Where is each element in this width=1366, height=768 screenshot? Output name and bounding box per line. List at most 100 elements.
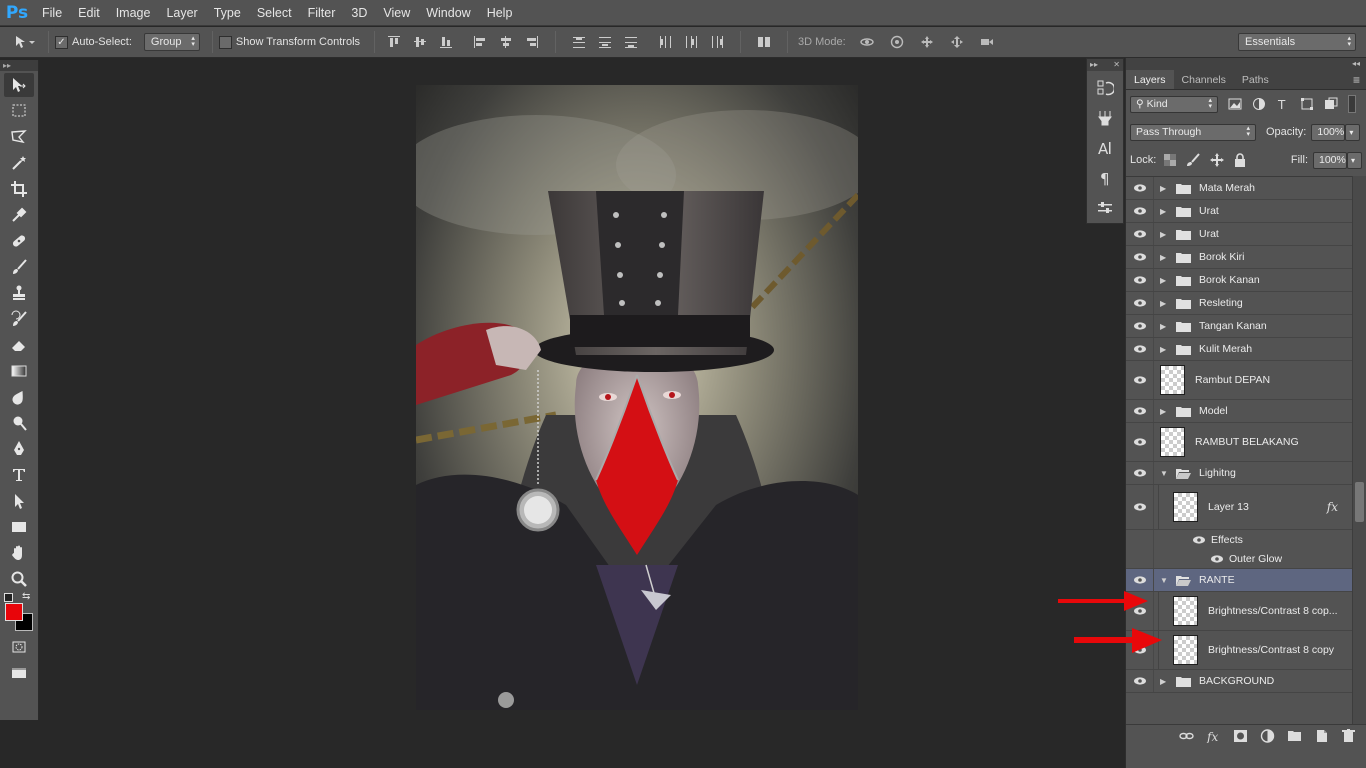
filter-toggle[interactable]: [1348, 95, 1356, 113]
align-bottom-icon[interactable]: [439, 35, 453, 49]
filter-pixel-icon[interactable]: [1228, 97, 1242, 111]
layer-row[interactable]: ▶ Model: [1126, 400, 1352, 423]
zoom-tool[interactable]: [4, 567, 34, 591]
new-adjustment-layer-icon[interactable]: [1260, 728, 1275, 743]
menu-window[interactable]: Window: [418, 0, 478, 26]
expand-dock-icon[interactable]: ▸▸: [1090, 59, 1098, 71]
3d-pan-icon[interactable]: [920, 35, 938, 49]
filter-kind-dropdown[interactable]: ⚲ Kind ▴ ▾: [1130, 95, 1218, 113]
paragraph-panel-button[interactable]: ¶: [1091, 165, 1119, 191]
add-mask-icon[interactable]: [1233, 729, 1248, 743]
add-layer-style-icon[interactable]: fx: [1206, 729, 1221, 744]
tab-paths[interactable]: Paths: [1234, 70, 1277, 89]
align-right-icon[interactable]: [525, 35, 539, 49]
screen-mode-button[interactable]: [4, 661, 34, 685]
layer-row[interactable]: Rambut DEPAN: [1126, 361, 1352, 400]
blend-mode-dropdown[interactable]: Pass Through ▴ ▾: [1130, 123, 1256, 141]
3d-scale-icon[interactable]: [980, 35, 998, 49]
expand-group-icon[interactable]: ▶: [1160, 253, 1170, 262]
distribute-vcenter-icon[interactable]: [598, 35, 612, 49]
align-hcenter-icon[interactable]: [499, 35, 513, 49]
panel-menu-icon[interactable]: ≡: [1353, 70, 1366, 89]
menu-select[interactable]: Select: [249, 0, 300, 26]
link-layers-icon[interactable]: [1179, 729, 1194, 743]
layer-row[interactable]: ▶ Urat: [1126, 223, 1352, 246]
crop-tool[interactable]: [4, 177, 34, 201]
brush-tool[interactable]: [4, 255, 34, 279]
visibility-eye-icon[interactable]: [1126, 361, 1154, 399]
layer-row[interactable]: Layer 13 fx: [1126, 485, 1352, 530]
dock-header[interactable]: ▸▸ ✕: [1087, 59, 1123, 71]
3d-rotate-icon[interactable]: [860, 35, 878, 49]
menu-type[interactable]: Type: [206, 0, 249, 26]
visibility-eye-icon[interactable]: [1126, 315, 1154, 337]
visibility-eye-icon[interactable]: [1126, 200, 1154, 222]
lock-position-icon[interactable]: [1210, 153, 1225, 167]
auto-select-checkbox[interactable]: ✓: [55, 35, 68, 49]
fill-input[interactable]: 100%: [1313, 151, 1347, 169]
layer-row[interactable]: ▶ BACKGROUND: [1126, 670, 1352, 693]
collapse-panels-icon[interactable]: ◂◂: [1352, 59, 1360, 68]
expand-group-icon[interactable]: ▶: [1160, 207, 1170, 216]
distribute-right-icon[interactable]: [710, 35, 724, 49]
layers-scrollbar[interactable]: [1352, 176, 1366, 724]
gradient-tool[interactable]: [4, 359, 34, 383]
align-vcenter-icon[interactable]: [413, 35, 427, 49]
hand-tool[interactable]: [4, 541, 34, 565]
distribute-hcenter-icon[interactable]: [684, 35, 698, 49]
lock-all-icon[interactable]: [1234, 153, 1246, 167]
scrollbar-thumb[interactable]: [1355, 482, 1364, 522]
eyedropper-tool[interactable]: [4, 203, 34, 227]
pen-tool[interactable]: [4, 437, 34, 461]
filter-type-icon[interactable]: T: [1276, 97, 1290, 111]
tab-layers[interactable]: Layers: [1126, 70, 1174, 89]
workspace-dropdown[interactable]: Essentials ▴ ▾: [1238, 33, 1356, 51]
align-top-icon[interactable]: [387, 35, 401, 49]
stamp-tool[interactable]: [4, 281, 34, 305]
visibility-eye-icon[interactable]: [1126, 423, 1154, 461]
marquee-tool[interactable]: [4, 99, 34, 123]
visibility-eye-icon[interactable]: [1126, 223, 1154, 245]
expand-group-icon[interactable]: ▶: [1160, 677, 1170, 686]
new-layer-icon[interactable]: [1314, 729, 1329, 743]
magic-wand-tool[interactable]: [4, 151, 34, 175]
layer-row[interactable]: ▶ Tangan Kanan: [1126, 315, 1352, 338]
layer-row[interactable]: ▶ Borok Kiri: [1126, 246, 1352, 269]
expand-group-icon[interactable]: ▶: [1160, 345, 1170, 354]
menu-3d[interactable]: 3D: [343, 0, 375, 26]
fill-slider-toggle[interactable]: ▾: [1347, 151, 1362, 169]
opacity-slider-toggle[interactable]: ▾: [1345, 123, 1361, 141]
properties-panel-button[interactable]: [1091, 195, 1119, 221]
layer-row-selected[interactable]: ▼ RANTE: [1126, 569, 1352, 592]
path-select-tool[interactable]: [4, 489, 34, 513]
healing-tool[interactable]: [4, 229, 34, 253]
document-artwork[interactable]: [416, 85, 858, 710]
effects-row[interactable]: Effects: [1126, 530, 1352, 549]
panel-header[interactable]: ◂◂: [1126, 58, 1366, 70]
close-dock-icon[interactable]: ✕: [1113, 59, 1120, 71]
rectangle-tool[interactable]: [4, 515, 34, 539]
swap-colors-icon[interactable]: ⇆: [22, 591, 30, 602]
tab-channels[interactable]: Channels: [1174, 70, 1234, 89]
auto-align-icon[interactable]: [757, 35, 771, 49]
character-panel-button[interactable]: A: [1091, 135, 1119, 161]
visibility-eye-icon[interactable]: [1126, 670, 1154, 692]
filter-shape-icon[interactable]: [1300, 97, 1314, 111]
expand-group-icon[interactable]: ▶: [1160, 299, 1170, 308]
layer-row[interactable]: RAMBUT BELAKANG: [1126, 423, 1352, 462]
show-transform-checkbox[interactable]: [218, 35, 232, 49]
toolbox-collapse-grip[interactable]: ▸▸: [0, 60, 38, 71]
layer-row[interactable]: ▶ Kulit Merah: [1126, 338, 1352, 361]
effects-visibility-eye-icon[interactable]: [1192, 535, 1206, 545]
layer-row[interactable]: ▼ Lighitng: [1126, 462, 1352, 485]
visibility-eye-icon[interactable]: [1126, 338, 1154, 360]
collapse-group-icon[interactable]: ▼: [1160, 576, 1170, 585]
collapse-group-icon[interactable]: ▼: [1160, 469, 1170, 478]
3d-slide-icon[interactable]: [950, 35, 968, 49]
dodge-tool[interactable]: [4, 411, 34, 435]
quick-mask-button[interactable]: [4, 635, 34, 659]
menu-filter[interactable]: Filter: [300, 0, 344, 26]
visibility-eye-icon[interactable]: [1126, 177, 1154, 199]
delete-layer-icon[interactable]: [1341, 728, 1356, 743]
expand-group-icon[interactable]: ▶: [1160, 230, 1170, 239]
